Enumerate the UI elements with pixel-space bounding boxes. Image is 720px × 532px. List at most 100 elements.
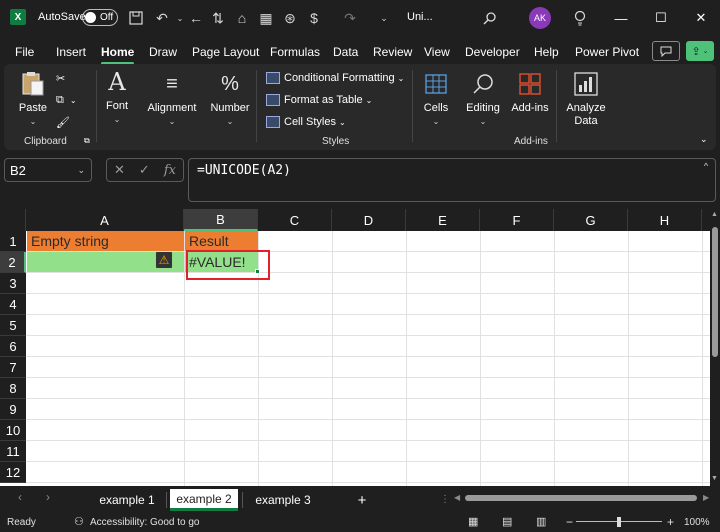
tab-insert[interactable]: Insert <box>56 45 86 59</box>
sort-icon[interactable]: ⇅ <box>208 8 228 28</box>
chart-icon[interactable]: ▦ <box>256 8 276 28</box>
scroll-left-icon[interactable]: ◀ <box>454 493 460 502</box>
vertical-scroll-thumb[interactable] <box>712 227 718 357</box>
name-box[interactable]: B2 ⌄ <box>4 158 92 182</box>
enter-icon[interactable]: ✓ <box>139 162 150 178</box>
normal-view-icon[interactable]: ▦ <box>468 515 478 528</box>
sheet-tab-example-3[interactable]: example 3 <box>248 489 318 511</box>
lightbulb-icon[interactable] <box>570 8 590 28</box>
conditional-formatting-button[interactable]: Conditional Formatting ⌄ <box>266 72 404 84</box>
fill-handle[interactable] <box>255 269 260 274</box>
scroll-right-icon[interactable]: ▶ <box>703 493 709 502</box>
customize-quick-access-icon[interactable]: ⌄ <box>374 8 394 28</box>
user-avatar[interactable]: AK <box>529 7 551 29</box>
tab-home[interactable]: Home <box>101 45 135 65</box>
row-header-9[interactable]: 9 <box>0 399 26 420</box>
cut-icon[interactable]: ✂ <box>56 72 65 85</box>
column-header-e[interactable]: E <box>406 209 480 231</box>
currency-icon[interactable]: $ <box>304 8 324 28</box>
column-header-g[interactable]: G <box>554 209 628 231</box>
zoom-level[interactable]: 100% <box>684 517 710 528</box>
row-header-5[interactable]: 5 <box>0 315 26 336</box>
cancel-icon[interactable]: ✕ <box>114 162 125 178</box>
tab-page-layout[interactable]: Page Layout <box>192 45 259 59</box>
save-icon[interactable] <box>126 8 146 28</box>
tab-help[interactable]: Help <box>534 45 559 59</box>
column-header-b[interactable]: B <box>184 209 258 231</box>
horizontal-scroll-thumb[interactable] <box>465 495 697 501</box>
insert-function-icon[interactable]: fx <box>164 163 176 178</box>
formula-input[interactable]: =UNICODE(A2) ⌃ <box>188 158 716 202</box>
tab-developer[interactable]: Developer <box>465 45 520 59</box>
add-sheet-button[interactable]: + <box>350 489 374 511</box>
comments-button[interactable] <box>652 41 680 61</box>
next-sheet-icon[interactable]: › <box>46 490 50 504</box>
column-header-h[interactable]: H <box>628 209 702 231</box>
addins-button[interactable]: Add-ins <box>510 70 550 115</box>
tab-review[interactable]: Review <box>373 45 412 59</box>
scroll-down-icon[interactable]: ▼ <box>711 475 718 482</box>
minimize-icon[interactable]: — <box>608 6 634 30</box>
scroll-up-icon[interactable]: ▲ <box>711 211 718 218</box>
clipboard-launcher-icon[interactable]: ⧉ <box>84 136 90 146</box>
row-header-11[interactable]: 11 <box>0 441 26 462</box>
share-button[interactable]: ⇪ ⌄ <box>686 41 714 61</box>
alignment-button[interactable]: ≡ Alignment ⌄ <box>144 70 200 127</box>
back-arrow-icon[interactable]: ← <box>186 8 206 28</box>
zoom-slider-thumb[interactable] <box>617 517 621 527</box>
tool-icon[interactable]: ⊛ <box>280 8 300 28</box>
row-header-1[interactable]: 1 <box>0 231 26 252</box>
row-header-2[interactable]: 2 <box>0 252 26 273</box>
select-all-corner[interactable] <box>0 209 26 231</box>
analyze-data-button[interactable]: Analyze Data <box>562 70 610 128</box>
collapse-ribbon-icon[interactable]: ⌄ <box>700 134 708 145</box>
paste-button[interactable]: Paste ⌄ <box>16 70 50 126</box>
document-title[interactable]: Uni... <box>407 11 433 23</box>
font-button[interactable]: A Font ⌄ <box>102 68 132 124</box>
page-layout-view-icon[interactable]: ▤ <box>502 515 512 528</box>
sheet-tab-example-1[interactable]: example 1 <box>92 489 162 511</box>
format-as-table-button[interactable]: Format as Table ⌄ <box>266 94 372 106</box>
column-header-d[interactable]: D <box>332 209 406 231</box>
tab-power-pivot[interactable]: Power Pivot <box>575 45 639 59</box>
tab-formulas[interactable]: Formulas <box>270 45 320 59</box>
column-header-f[interactable]: F <box>480 209 554 231</box>
column-header-a[interactable]: A <box>26 209 184 231</box>
cell-styles-button[interactable]: Cell Styles ⌄ <box>266 116 346 128</box>
copy-icon[interactable]: ⧉ ⌄ <box>56 94 77 107</box>
zoom-out-button[interactable]: − <box>566 515 573 529</box>
row-header-10[interactable]: 10 <box>0 420 26 441</box>
accessibility-icon[interactable]: ⚇ <box>74 515 84 528</box>
sheet-tab-example-2[interactable]: example 2 <box>170 489 238 511</box>
format-painter-icon[interactable]: ⌂ <box>232 8 252 28</box>
tab-data[interactable]: Data <box>333 45 358 59</box>
row-header-4[interactable]: 4 <box>0 294 26 315</box>
expand-formula-icon[interactable]: ⌃ <box>703 162 709 173</box>
row-header-12[interactable]: 12 <box>0 462 26 483</box>
column-header-c[interactable]: C <box>258 209 332 231</box>
row-header-8[interactable]: 8 <box>0 378 26 399</box>
page-break-view-icon[interactable]: ▥ <box>536 515 546 528</box>
redo-icon[interactable]: ↷ <box>340 8 360 28</box>
tab-file[interactable]: File <box>15 45 34 59</box>
cells-button[interactable]: Cells ⌄ <box>418 70 454 126</box>
warning-icon[interactable]: ⚠ <box>156 252 172 268</box>
prev-sheet-icon[interactable]: ‹ <box>18 490 22 504</box>
row-header-7[interactable]: 7 <box>0 357 26 378</box>
search-icon[interactable] <box>480 8 500 28</box>
row-header-3[interactable]: 3 <box>0 273 26 294</box>
format-painter-brush-icon[interactable]: 🖌 <box>56 116 70 129</box>
number-button[interactable]: % Number ⌄ <box>208 70 252 127</box>
row-header-6[interactable]: 6 <box>0 336 26 357</box>
tab-split-handle-icon[interactable]: ⋮ <box>440 494 450 505</box>
undo-icon[interactable]: ↶ <box>152 8 172 28</box>
cell-a1[interactable]: Empty string <box>27 231 184 251</box>
maximize-icon[interactable]: ☐ <box>648 6 674 30</box>
tab-view[interactable]: View <box>424 45 450 59</box>
zoom-in-button[interactable]: + <box>667 515 674 529</box>
editing-button[interactable]: Editing ⌄ <box>462 70 504 126</box>
close-icon[interactable]: ✕ <box>688 6 714 30</box>
cell-b1[interactable]: Result <box>185 231 258 251</box>
accessibility-status[interactable]: Accessibility: Good to go <box>90 517 200 528</box>
autosave-toggle[interactable]: Off <box>82 9 118 26</box>
